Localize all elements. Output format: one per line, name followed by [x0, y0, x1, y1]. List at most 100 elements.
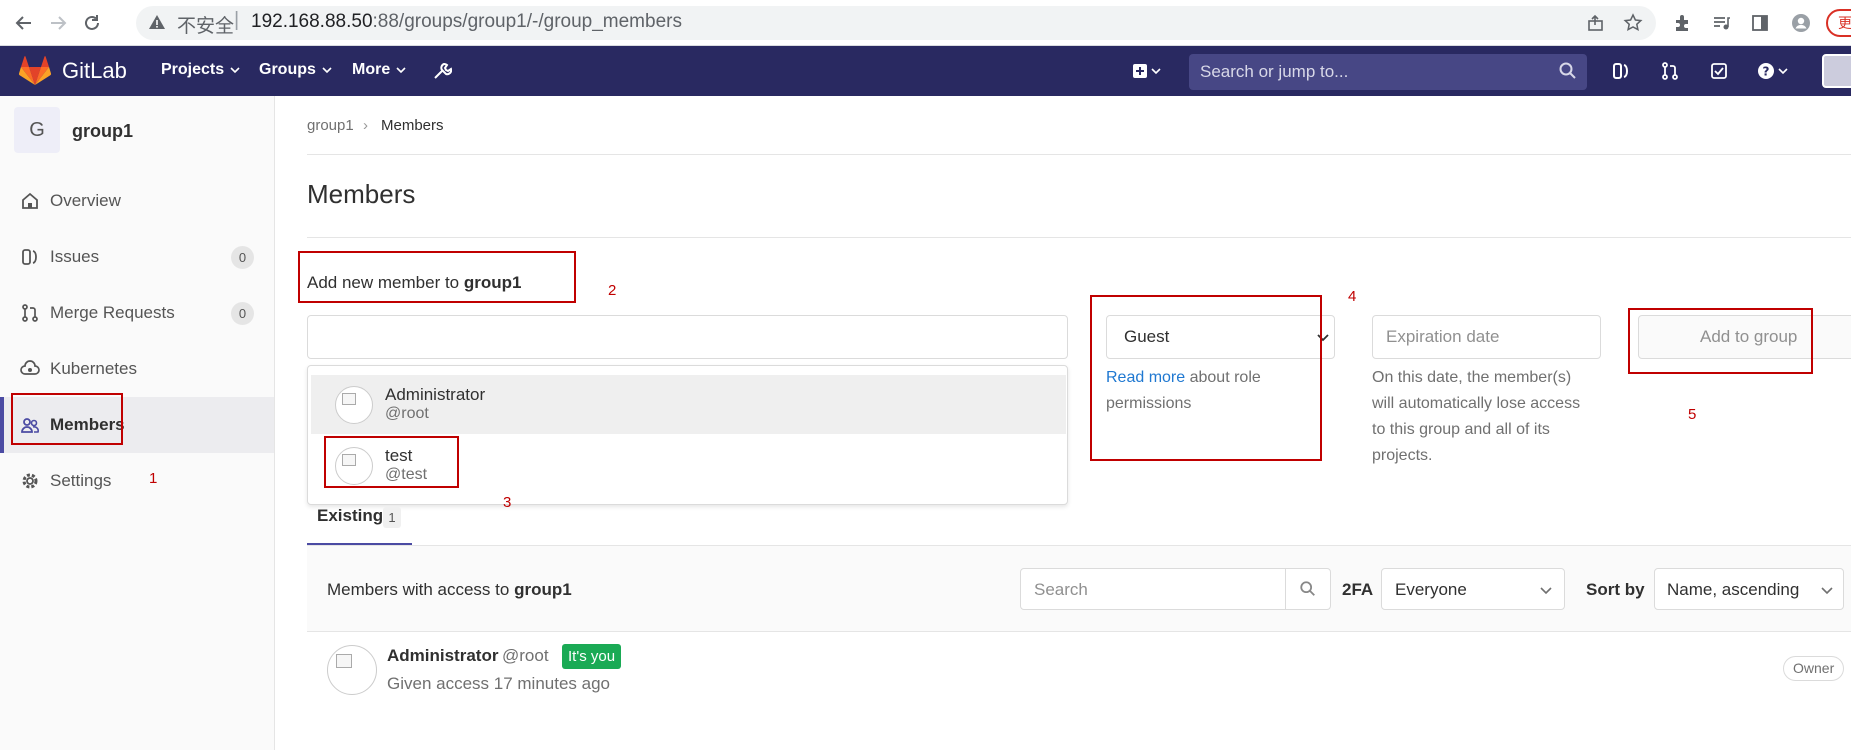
insecure-label: 不安全 — [177, 15, 235, 37]
sort-select-value: Name, ascending — [1667, 580, 1800, 599]
merge-requests-icon[interactable] — [1658, 59, 1682, 83]
twofa-select-value: Everyone — [1395, 580, 1467, 599]
annotation-box-members — [11, 393, 123, 445]
extensions-icon[interactable] — [1670, 11, 1694, 35]
gitlab-logo-icon[interactable] — [18, 56, 52, 86]
annotation-box-role — [1090, 295, 1322, 461]
sort-label: Sort by — [1586, 580, 1645, 599]
suggestion-name: Administrator — [385, 385, 486, 404]
sidebar-item-overview[interactable]: Overview — [0, 173, 274, 229]
reload-icon[interactable] — [80, 11, 104, 35]
annotation-number-3: 3 — [503, 494, 512, 511]
chevron-down-icon — [396, 67, 406, 74]
expiration-date-placeholder: Expiration date — [1386, 327, 1500, 346]
annotation-box-test-user — [324, 436, 459, 488]
gitlab-brand[interactable]: GitLab — [62, 58, 127, 84]
profile-update-button[interactable]: 更 — [1826, 9, 1851, 37]
groups-menu-label: Groups — [259, 61, 316, 78]
back-icon[interactable] — [12, 11, 36, 35]
warning-icon[interactable] — [148, 13, 166, 31]
search-icon — [1300, 581, 1315, 596]
more-menu-label: More — [352, 61, 391, 78]
url-text[interactable]: 192.168.88.50:88/groups/group1/-/group_m… — [251, 11, 682, 33]
sidebar-item-label: Kubernetes — [50, 359, 137, 378]
issues-count-badge: 0 — [231, 245, 254, 269]
sidebar-item-label: Overview — [50, 191, 121, 210]
issues-board-icon[interactable] — [1609, 59, 1633, 83]
merge-requests-count-badge: 0 — [231, 301, 254, 325]
kubernetes-icon — [19, 358, 41, 380]
member-username: @root — [502, 646, 549, 665]
tab-existing[interactable]: Existing — [317, 506, 383, 526]
more-menu[interactable]: More — [352, 61, 406, 79]
home-icon — [19, 190, 41, 212]
share-icon[interactable] — [1584, 11, 1608, 35]
svg-text:?: ? — [1763, 65, 1770, 79]
sidebar-item-label: Merge Requests — [50, 303, 175, 322]
members-heading-group: group1 — [514, 580, 572, 599]
sidebar-item-merge-requests[interactable]: Merge Requests 0 — [0, 285, 274, 341]
existing-count-badge: 1 — [383, 507, 401, 528]
suggestion-administrator[interactable]: Administrator @root — [311, 375, 1066, 434]
side-panel-icon[interactable] — [1748, 11, 1772, 35]
chevron-down-icon — [1821, 587, 1833, 595]
member-name[interactable]: Administrator — [387, 646, 498, 666]
divider — [307, 154, 1851, 155]
member-access-time: Given access 17 minutes ago — [387, 674, 611, 693]
annotation-number-1: 1 — [149, 470, 158, 487]
annotation-number-5: 5 — [1688, 406, 1697, 423]
avatar[interactable] — [327, 645, 377, 695]
url-host: 192.168.88.50 — [251, 11, 373, 32]
breadcrumb-current[interactable]: Members — [381, 117, 444, 134]
browser-toolbar: 不安全 | 192.168.88.50:88/groups/group1/-/g… — [0, 0, 1851, 46]
sidebar-item-label: Issues — [50, 247, 100, 266]
global-search-placeholder: Search or jump to... — [1200, 62, 1349, 81]
bookmark-star-icon[interactable] — [1621, 11, 1645, 35]
avatar — [335, 386, 373, 424]
chevron-down-icon — [230, 67, 240, 74]
help-dropdown[interactable]: ? — [1753, 59, 1795, 83]
sidebar-item-label: Settings — [50, 471, 112, 490]
chevron-right-icon: › — [363, 117, 368, 134]
user-search-input[interactable] — [307, 315, 1068, 359]
annotation-box-add-button — [1628, 308, 1813, 374]
issues-icon — [19, 246, 41, 268]
members-search-button[interactable] — [1285, 568, 1331, 610]
members-heading: Members with access to group1 — [327, 580, 572, 600]
annotation-number-2: 2 — [608, 282, 617, 299]
its-you-badge: It's you — [562, 644, 622, 669]
members-search-placeholder: Search — [1034, 580, 1088, 599]
todos-icon[interactable] — [1707, 59, 1731, 83]
url-path: :88/groups/group1/-/group_members — [372, 11, 682, 32]
members-heading-prefix: Members with access to — [327, 580, 515, 599]
gitlab-navbar: GitLab Projects Groups More Search or ju… — [0, 46, 1851, 96]
merge-request-icon — [19, 302, 41, 324]
sidebar-item-kubernetes[interactable]: Kubernetes — [0, 341, 274, 397]
breadcrumb-group[interactable]: group1 — [307, 117, 354, 134]
groups-menu[interactable]: Groups — [259, 61, 332, 79]
search-icon[interactable] — [1556, 59, 1580, 83]
profile-icon[interactable] — [1789, 11, 1813, 35]
chevron-down-icon — [322, 67, 332, 74]
admin-wrench-icon[interactable] — [430, 59, 454, 83]
divider — [307, 237, 1851, 238]
forward-icon[interactable] — [46, 11, 70, 35]
url-separator: | — [234, 9, 240, 31]
expiration-help-text: On this date, the member(s) will automat… — [1372, 369, 1581, 464]
annotation-number-4: 4 — [1348, 288, 1357, 305]
projects-menu-label: Projects — [161, 61, 225, 78]
sidebar-item-settings[interactable]: Settings — [0, 453, 274, 509]
suggestion-username: @root — [385, 405, 429, 422]
media-control-icon[interactable] — [1709, 11, 1733, 35]
gear-icon — [19, 470, 41, 492]
page-title: Members — [307, 179, 416, 209]
member-role-badge: Owner — [1783, 656, 1845, 681]
chevron-down-icon — [1540, 587, 1552, 595]
user-avatar[interactable] — [1822, 54, 1851, 88]
sidebar-item-issues[interactable]: Issues 0 — [0, 229, 274, 285]
twofa-label: 2FA — [1342, 580, 1374, 599]
group-avatar[interactable]: G — [14, 107, 60, 153]
new-item-dropdown[interactable] — [1127, 59, 1167, 83]
group-name[interactable]: group1 — [72, 121, 133, 142]
projects-menu[interactable]: Projects — [161, 61, 240, 79]
